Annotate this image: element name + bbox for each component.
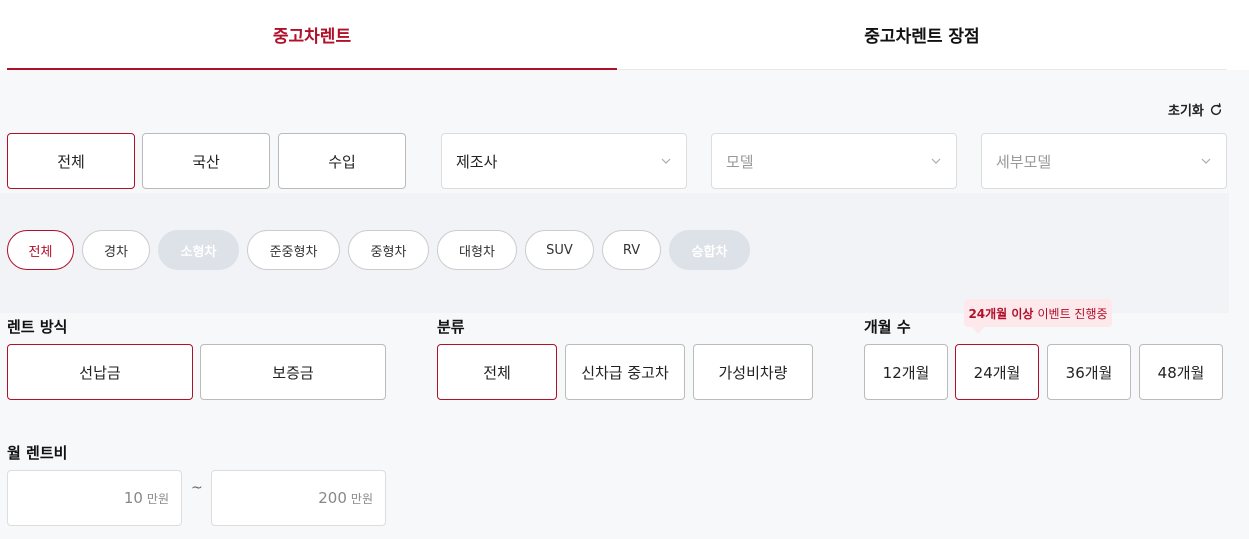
model-select[interactable]: 모델 bbox=[711, 133, 957, 189]
months-24-button[interactable]: 24개월 bbox=[955, 344, 1039, 400]
model-select-value: 모델 bbox=[726, 152, 754, 171]
monthly-fee-label: 월 렌트비 bbox=[7, 444, 68, 462]
refresh-icon bbox=[1210, 102, 1221, 115]
car-type-chip-all[interactable]: 전체 bbox=[7, 230, 74, 270]
tab-used-car-rent-advantages[interactable]: 중고차렌트 장점 bbox=[617, 0, 1227, 70]
monthly-fee-max-unit: 만원 bbox=[350, 491, 373, 506]
rent-method-deposit-button[interactable]: 보증금 bbox=[200, 344, 386, 400]
car-type-chip-mini[interactable]: 경차 bbox=[82, 230, 150, 270]
category-label: 분류 bbox=[437, 318, 465, 336]
detail-model-select-value: 세부모델 bbox=[996, 152, 1052, 171]
monthly-fee-max-value: 200 bbox=[318, 489, 347, 507]
monthly-fee-min-value: 10 bbox=[123, 489, 143, 507]
maker-select-value: 제조사 bbox=[456, 152, 498, 171]
car-type-chip-rv[interactable]: RV bbox=[602, 230, 661, 270]
car-type-chip-semi-midsize[interactable]: 준중형차 bbox=[247, 230, 340, 270]
range-separator: ~ bbox=[191, 480, 203, 496]
tab-bar: 중고차렌트 중고차렌트 장점 bbox=[0, 0, 1249, 70]
car-type-chip-large[interactable]: 대형차 bbox=[437, 230, 517, 270]
monthly-fee-min-input[interactable]: 10 만원 bbox=[7, 470, 182, 526]
months-label: 개월 수 bbox=[864, 318, 911, 336]
category-all-button[interactable]: 전체 bbox=[437, 344, 557, 400]
car-type-chip-midsize[interactable]: 중형차 bbox=[348, 230, 429, 270]
tab-used-car-rent[interactable]: 중고차렌트 bbox=[7, 0, 617, 70]
origin-domestic-button[interactable]: 국산 bbox=[142, 133, 270, 189]
car-type-chip-van[interactable]: 승합차 bbox=[669, 230, 750, 270]
detail-model-select[interactable]: 세부모델 bbox=[981, 133, 1227, 189]
months-12-button[interactable]: 12개월 bbox=[864, 344, 948, 400]
reset-label: 초기화 bbox=[1168, 104, 1204, 119]
origin-import-button[interactable]: 수입 bbox=[278, 133, 406, 189]
months-48-button[interactable]: 48개월 bbox=[1139, 344, 1223, 400]
category-value-car-button[interactable]: 가성비차량 bbox=[693, 344, 813, 400]
car-type-chip-suv[interactable]: SUV bbox=[525, 230, 594, 270]
event-tooltip-text: 이벤트 진행중 bbox=[1037, 306, 1108, 321]
chevron-down-icon bbox=[1201, 158, 1211, 164]
chevron-down-icon bbox=[661, 158, 671, 164]
event-tooltip-bold: 24개월 이상 bbox=[968, 306, 1034, 321]
rent-method-prepayment-button[interactable]: 선납금 bbox=[7, 344, 193, 400]
months-36-button[interactable]: 36개월 bbox=[1047, 344, 1131, 400]
monthly-fee-max-input[interactable]: 200 만원 bbox=[211, 470, 386, 526]
chevron-down-icon bbox=[931, 158, 941, 164]
car-type-chip-compact[interactable]: 소형차 bbox=[158, 230, 239, 270]
monthly-fee-min-unit: 만원 bbox=[146, 491, 169, 506]
maker-select[interactable]: 제조사 bbox=[441, 133, 687, 189]
rent-method-label: 렌트 방식 bbox=[7, 318, 68, 336]
origin-all-button[interactable]: 전체 bbox=[7, 133, 135, 189]
category-nearly-new-button[interactable]: 신차급 중고차 bbox=[565, 344, 685, 400]
event-tooltip: 24개월 이상 이벤트 진행중 bbox=[964, 299, 1112, 334]
reset-button[interactable]: 초기화 bbox=[1168, 100, 1223, 119]
